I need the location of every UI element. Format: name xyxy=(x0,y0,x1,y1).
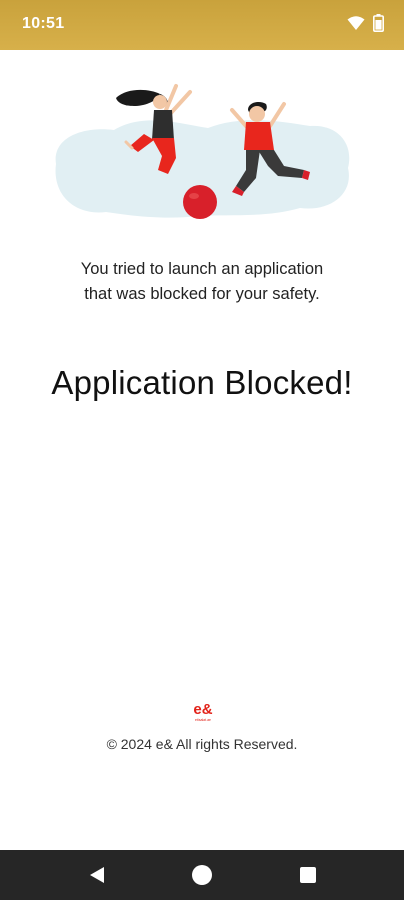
etisalat-logo: e& etisalat.ae xyxy=(188,699,218,723)
blocked-message: You tried to launch an application that … xyxy=(0,257,404,307)
blocked-message-line2: that was blocked for your safety. xyxy=(84,285,320,303)
copyright-text: © 2024 e& All rights Reserved. xyxy=(106,736,298,752)
status-time: 10:51 xyxy=(22,15,65,32)
page-title: Application Blocked! xyxy=(51,364,353,401)
status-icons xyxy=(347,14,384,32)
logo-subtext: etisalat.ae xyxy=(195,718,211,722)
back-icon[interactable] xyxy=(86,864,108,886)
blocked-message-line1: You tried to launch an application xyxy=(80,260,324,278)
home-icon[interactable] xyxy=(191,864,213,886)
recents-icon[interactable] xyxy=(297,864,319,886)
kids-jumping-illustration xyxy=(48,66,358,236)
system-navigation-bar xyxy=(0,850,404,900)
status-bar: 10:51 xyxy=(0,0,404,50)
wifi-icon xyxy=(347,15,365,31)
logo-text: e& xyxy=(193,701,212,718)
battery-icon xyxy=(373,14,384,32)
